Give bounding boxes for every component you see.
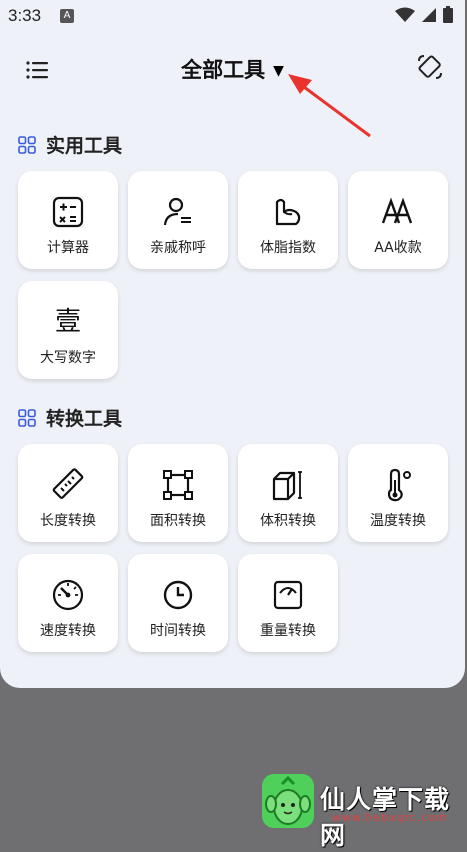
tool-uppercase-number[interactable]: 壹 大写数字	[18, 281, 118, 379]
thermometer-icon	[381, 468, 415, 502]
tool-speed[interactable]: 速度转换	[18, 554, 118, 652]
tool-time[interactable]: 时间转换	[128, 554, 228, 652]
tool-label: 速度转换	[40, 623, 96, 639]
scale-icon	[271, 578, 305, 612]
cube-icon	[271, 468, 305, 502]
speedometer-icon	[51, 578, 85, 612]
cactus-logo-icon	[262, 774, 314, 828]
tool-temperature[interactable]: 温度转换	[348, 444, 448, 542]
section-header-utility: 实用工具	[18, 131, 122, 158]
grid-icon	[18, 135, 36, 154]
tool-body-fat[interactable]: 体脂指数	[238, 171, 338, 269]
page-title: 全部工具	[181, 59, 266, 82]
tool-aa-split[interactable]: AA收款	[348, 171, 448, 269]
ruler-icon	[51, 468, 85, 502]
tool-label: 亲戚称呼	[150, 240, 206, 256]
tool-label: 体积转换	[260, 513, 316, 529]
uppercase-number-icon: 壹	[51, 305, 85, 339]
section-title: 转换工具	[46, 408, 123, 430]
tool-label: 体脂指数	[260, 240, 316, 256]
tool-calculator[interactable]: 计算器	[18, 171, 118, 269]
calculator-icon	[51, 195, 85, 229]
grid-icon	[18, 408, 36, 427]
aa-letters-icon	[381, 195, 415, 229]
wifi-icon	[395, 7, 415, 22]
rotate-screen-icon[interactable]	[415, 52, 445, 82]
tool-label: 时间转换	[150, 623, 206, 639]
battery-icon	[443, 6, 453, 23]
person-list-icon	[161, 195, 195, 229]
status-icons	[395, 6, 453, 23]
tool-volume[interactable]: 体积转换	[238, 444, 338, 542]
status-time: 3:33	[8, 6, 42, 25]
area-square-icon	[161, 468, 195, 502]
tool-label: 计算器	[47, 240, 89, 256]
tool-length[interactable]: 长度转换	[18, 444, 118, 542]
tool-weight[interactable]: 重量转换	[238, 554, 338, 652]
tool-label: 重量转换	[260, 623, 316, 639]
dropdown-caret-icon: ▼	[273, 63, 284, 79]
tool-label: 大写数字	[40, 350, 96, 366]
watermark: 仙人掌下载网 www.hebxqrc.com	[262, 772, 467, 850]
clock-icon	[161, 578, 195, 612]
tool-label: AA收款	[374, 240, 422, 256]
uppercase-number-glyph: 壹	[54, 307, 81, 337]
tool-label: 面积转换	[150, 513, 206, 529]
signal-icon	[422, 7, 436, 22]
tools-sheet: 3:33 A 全部工具 ▼ 实用工具 计算器 亲戚称呼 体脂指数 AA收款 壹 …	[0, 0, 465, 688]
tool-area[interactable]: 面积转换	[128, 444, 228, 542]
section-title: 实用工具	[46, 135, 123, 157]
watermark-url: www.hebxqrc.com	[332, 811, 449, 824]
tool-relatives[interactable]: 亲戚称呼	[128, 171, 228, 269]
tool-label: 长度转换	[40, 513, 96, 529]
arm-muscle-icon	[271, 195, 305, 229]
status-bar: 3:33 A	[0, 0, 465, 32]
tool-label: 温度转换	[370, 513, 426, 529]
title-dropdown[interactable]: 全部工具 ▼	[0, 54, 465, 84]
app-notification-icon: A	[60, 9, 74, 23]
top-bar: 全部工具 ▼	[0, 40, 465, 100]
section-header-conversion: 转换工具	[18, 404, 122, 431]
